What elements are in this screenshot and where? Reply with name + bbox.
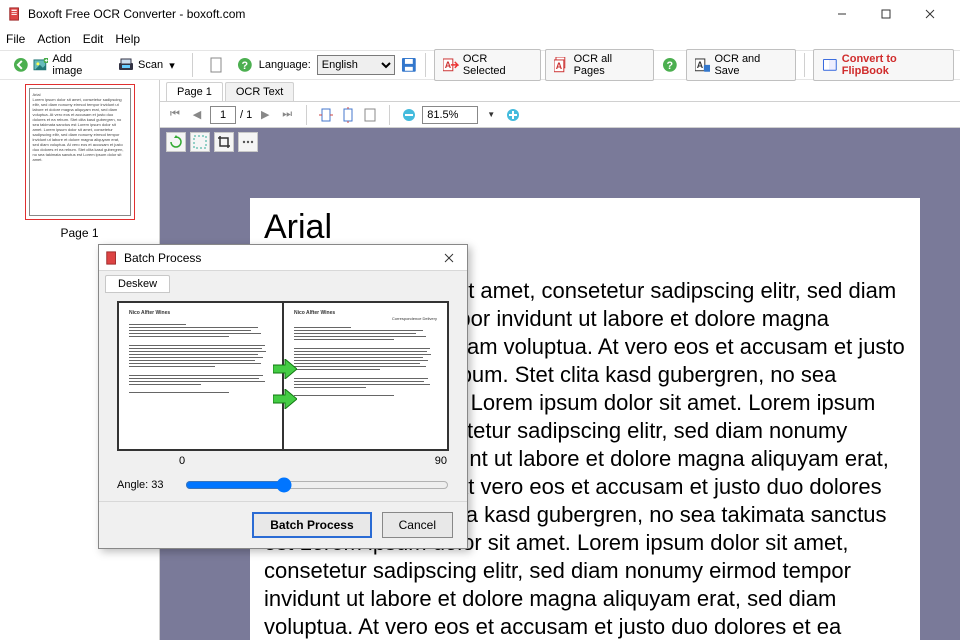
- first-page-icon[interactable]: ⏮: [166, 106, 184, 124]
- dialog-app-icon: [105, 251, 119, 265]
- fit-width-icon[interactable]: [317, 106, 335, 124]
- arrow-icon: [273, 389, 297, 409]
- ocr-all-label: OCR all Pages: [574, 53, 645, 77]
- ocr-selected-icon: A: [443, 57, 459, 73]
- angle-slider[interactable]: [185, 477, 449, 493]
- dropdown-arrow-icon: ▾: [167, 57, 177, 73]
- toolbar-separator: [192, 53, 193, 77]
- close-button[interactable]: [908, 0, 952, 28]
- last-page-icon[interactable]: ⏭: [278, 106, 296, 124]
- rotate-icon[interactable]: [166, 132, 186, 152]
- actual-size-icon[interactable]: [361, 106, 379, 124]
- add-image-button[interactable]: Add image: [6, 50, 111, 80]
- zoom-input[interactable]: [422, 106, 478, 124]
- next-page-icon[interactable]: ▶: [256, 106, 274, 124]
- main-tabs: Page 1 OCR Text: [160, 80, 960, 102]
- ocr-save-label: OCR and Save: [714, 53, 787, 77]
- dialog-titlebar[interactable]: Batch Process: [99, 245, 467, 271]
- fit-height-icon[interactable]: [339, 106, 357, 124]
- crop-icon[interactable]: [214, 132, 234, 152]
- ocr-selected-button[interactable]: A OCR Selected: [434, 49, 541, 81]
- svg-text:A: A: [696, 60, 703, 70]
- convert-flipbook-button[interactable]: Convert to FlipBook: [813, 49, 954, 81]
- toolbar-separator: [804, 53, 805, 77]
- page-icon: [208, 57, 224, 73]
- batch-process-dialog: Batch Process Deskew Nico Alfter Wines N…: [98, 244, 468, 549]
- help2-icon[interactable]: ?: [662, 57, 678, 73]
- minimize-button[interactable]: [820, 0, 864, 28]
- zoom-in-icon[interactable]: [504, 106, 522, 124]
- page-thumbnail[interactable]: ArialLorem ipsum dolor sit amet, consete…: [25, 84, 135, 220]
- svg-text:?: ?: [242, 60, 249, 72]
- zoom-out-icon[interactable]: [400, 106, 418, 124]
- ocr-selected-label: OCR Selected: [463, 53, 532, 77]
- thumbnail-label: Page 1: [4, 226, 155, 240]
- window-title: Boxoft Free OCR Converter - boxoft.com: [28, 7, 245, 21]
- language-label: Language:: [259, 59, 311, 71]
- svg-text:A: A: [445, 60, 452, 70]
- window-titlebar: Boxoft Free OCR Converter - boxoft.com: [0, 0, 960, 28]
- help-icon[interactable]: ?: [237, 57, 253, 73]
- lang-save-icon[interactable]: [401, 57, 417, 73]
- menubar: File Action Edit Help: [0, 28, 960, 50]
- scan-button[interactable]: Scan ▾: [111, 54, 184, 76]
- menu-help[interactable]: Help: [115, 32, 140, 46]
- language-select[interactable]: English: [317, 55, 396, 75]
- toolbar-separator: [425, 53, 426, 77]
- doc-side-tools: [166, 132, 258, 152]
- page-number-input[interactable]: [210, 106, 236, 124]
- document-heading: Arial: [264, 208, 906, 247]
- dialog-tab-deskew[interactable]: Deskew: [105, 275, 170, 293]
- thumbnail-preview: ArialLorem ipsum dolor sit amet, consete…: [29, 88, 131, 216]
- select-icon[interactable]: [190, 132, 210, 152]
- scanner-icon: [118, 57, 134, 73]
- arrow-icon: [273, 359, 297, 379]
- add-image-label: Add image: [52, 53, 104, 77]
- ocr-save-icon: A: [695, 57, 711, 73]
- app-icon: [8, 7, 22, 21]
- scan-label: Scan: [138, 59, 163, 71]
- prev-page-icon[interactable]: ◀: [188, 106, 206, 124]
- svg-text:?: ?: [667, 60, 674, 72]
- ocr-all-icon: A: [554, 57, 570, 73]
- svg-text:A: A: [556, 61, 563, 71]
- pages-view-button[interactable]: [201, 54, 231, 76]
- main-toolbar: Add image Scan ▾ ? Language: English A O…: [0, 50, 960, 80]
- menu-edit[interactable]: Edit: [83, 32, 104, 46]
- dialog-close-button[interactable]: [437, 248, 461, 268]
- slider-min-label: 0: [179, 455, 185, 467]
- tab-page[interactable]: Page 1: [166, 82, 223, 101]
- book-icon: [822, 57, 838, 73]
- angle-label: Angle: 33: [117, 479, 177, 491]
- preview-after: Nico Alfter Wines Correspondence Deliver…: [284, 303, 447, 449]
- tab-ocr-text[interactable]: OCR Text: [225, 82, 294, 101]
- page-total: / 1: [240, 109, 252, 121]
- ocr-all-button[interactable]: A OCR all Pages: [545, 49, 654, 81]
- deskew-preview: Nico Alfter Wines Nico Alfter Wines Corr…: [117, 301, 449, 451]
- back-arrow-icon: [13, 57, 29, 73]
- preview-before: Nico Alfter Wines: [119, 303, 282, 449]
- menu-file[interactable]: File: [6, 32, 25, 46]
- menu-action[interactable]: Action: [37, 32, 70, 46]
- image-add-icon: [33, 57, 49, 73]
- cancel-button[interactable]: Cancel: [382, 512, 453, 538]
- maximize-button[interactable]: [864, 0, 908, 28]
- zoom-dropdown-icon[interactable]: ▼: [482, 106, 500, 124]
- batch-process-button[interactable]: Batch Process: [252, 512, 371, 538]
- page-nav-toolbar: ⏮ ◀ / 1 ▶ ⏭ ▼: [160, 102, 960, 128]
- ocr-save-button[interactable]: A OCR and Save: [686, 49, 796, 81]
- dialog-title: Batch Process: [124, 251, 437, 265]
- slider-max-label: 90: [435, 455, 447, 467]
- more-icon[interactable]: [238, 132, 258, 152]
- flipbook-label: Convert to FlipBook: [842, 53, 945, 77]
